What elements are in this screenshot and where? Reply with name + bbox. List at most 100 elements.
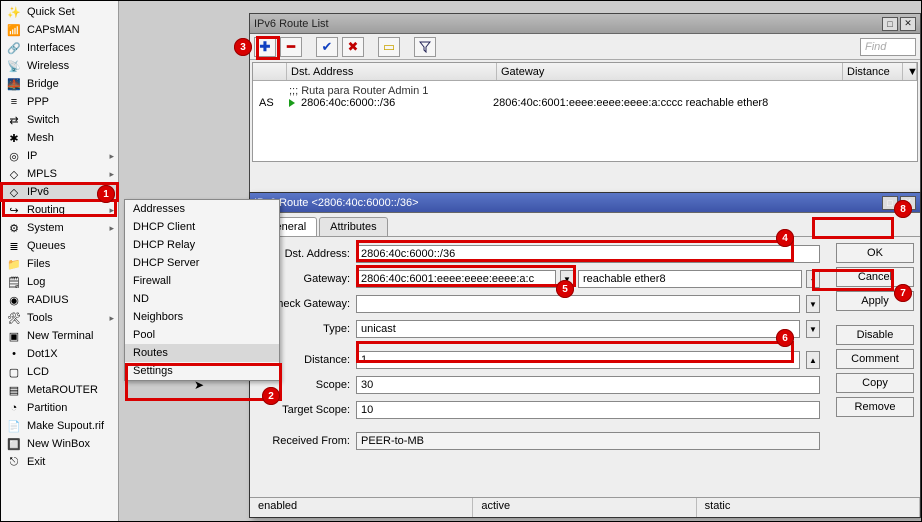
enable-button[interactable]: ✔ xyxy=(316,37,338,57)
route-list-title: IPv6 Route List xyxy=(254,18,329,30)
sidebar-item-new-winbox[interactable]: 🔲New WinBox xyxy=(1,435,118,453)
find-input[interactable]: Find xyxy=(860,38,916,56)
sidebar-item-mesh[interactable]: ✱ Mesh xyxy=(1,129,118,147)
sidebar-item-label: MPLS xyxy=(27,168,57,180)
sidebar-item-label: Files xyxy=(27,258,50,270)
sidebar-item-make-supout.rif[interactable]: 📄Make Supout.rif xyxy=(1,417,118,435)
check-gw-dropdown-icon[interactable]: ▼ xyxy=(806,295,820,313)
nav-icon: ↪ xyxy=(7,203,21,217)
sidebar-item-partition[interactable]: ◔Partition xyxy=(1,399,118,417)
close-icon[interactable]: ✕ xyxy=(900,17,916,31)
gateway-input[interactable] xyxy=(356,270,556,288)
sidebar-item-bridge[interactable]: 🌉Bridge xyxy=(1,75,118,93)
distance-input[interactable] xyxy=(356,351,800,369)
sidebar-item-files[interactable]: 📁Files xyxy=(1,255,118,273)
target-scope-input[interactable] xyxy=(356,401,820,419)
submenu-item-firewall[interactable]: Firewall xyxy=(125,272,279,290)
badge-1: 1 xyxy=(97,185,115,203)
badge-3: 3 xyxy=(234,38,252,56)
sidebar-item-label: LCD xyxy=(27,366,49,378)
sidebar-item-label: Partition xyxy=(27,402,67,414)
nav-icon: ⎋ xyxy=(7,455,21,469)
comment-button[interactable]: ▭ xyxy=(378,37,400,57)
gateway-spinner[interactable]: ♦ xyxy=(806,270,820,288)
sidebar-item-interfaces[interactable]: 🔗Interfaces xyxy=(1,39,118,57)
submenu-item-nd[interactable]: ND xyxy=(125,290,279,308)
submenu-item-neighbors[interactable]: Neighbors xyxy=(125,308,279,326)
submenu-item-dhcp-server[interactable]: DHCP Server xyxy=(125,254,279,272)
sidebar-item-quick-set[interactable]: ✨Quick Set xyxy=(1,3,118,21)
chevron-right-icon: ▸ xyxy=(109,205,114,216)
submenu-item-addresses[interactable]: Addresses xyxy=(125,200,279,218)
remove-button[interactable]: Remove xyxy=(836,397,914,417)
distance-up-icon[interactable]: ▲ xyxy=(806,351,820,369)
sidebar-item-ip[interactable]: ◎IP▸ xyxy=(1,147,118,165)
copy-button[interactable]: Copy xyxy=(836,373,914,393)
sidebar-item-ppp[interactable]: ≡PPP xyxy=(1,93,118,111)
type-input[interactable] xyxy=(356,320,800,338)
nav-icon: ◉ xyxy=(7,293,21,307)
sidebar-item-label: Quick Set xyxy=(27,6,75,18)
nav-icon: 🔲 xyxy=(7,437,21,451)
sidebar-item-label: Mesh xyxy=(27,132,54,144)
label-received-from: Received From: xyxy=(260,435,350,447)
check-gateway-input[interactable] xyxy=(356,295,800,313)
submenu-item-dhcp-client[interactable]: DHCP Client xyxy=(125,218,279,236)
route-detail-titlebar: IPv6 Route <2806:40c:6000::/36> □ ✕ xyxy=(250,193,920,213)
comment-button[interactable]: Comment xyxy=(836,349,914,369)
ok-button[interactable]: OK xyxy=(836,243,914,263)
route-list-window: IPv6 Route List □ ✕ ✚ ━ ✔ ✖ ▭ Find xyxy=(249,13,921,518)
disable-button[interactable]: Disable xyxy=(836,325,914,345)
sidebar-item-capsman[interactable]: 📶CAPsMAN xyxy=(1,21,118,39)
dst-address-input[interactable] xyxy=(356,245,820,263)
sidebar-item-radius[interactable]: ◉RADIUS xyxy=(1,291,118,309)
sidebar-item-exit[interactable]: ⎋Exit xyxy=(1,453,118,471)
sidebar-item-dot1x[interactable]: •Dot1X xyxy=(1,345,118,363)
nav-icon: ⇄ xyxy=(7,113,21,127)
sidebar-item-label: Interfaces xyxy=(27,42,75,54)
sidebar-item-label: Log xyxy=(27,276,45,288)
route-grid: Dst. Address Gateway Distance ▼ ;;; Ruta… xyxy=(252,62,918,162)
status-active: active xyxy=(473,498,696,517)
nav-icon: ✱ xyxy=(7,131,21,145)
route-flags: AS xyxy=(259,97,283,109)
submenu-item-pool[interactable]: Pool xyxy=(125,326,279,344)
sidebar-item-switch[interactable]: ⇄Switch xyxy=(1,111,118,129)
active-icon xyxy=(289,99,295,107)
sidebar-item-log[interactable]: 🗒 Log xyxy=(1,273,118,291)
sidebar-item-label: System xyxy=(27,222,64,234)
submenu-item-dhcp-relay[interactable]: DHCP Relay xyxy=(125,236,279,254)
sidebar-item-mpls[interactable]: ◇MPLS▸ xyxy=(1,165,118,183)
nav-icon: ≡ xyxy=(7,95,21,109)
col-distance[interactable]: Distance xyxy=(843,63,903,80)
disable-button[interactable]: ✖ xyxy=(342,37,364,57)
type-dropdown-icon[interactable]: ▼ xyxy=(806,320,820,338)
filter-button[interactable] xyxy=(414,37,436,57)
sidebar-item-label: Routing xyxy=(27,204,65,216)
sidebar-item-routing[interactable]: ↪ Routing ▸ xyxy=(1,201,118,219)
sidebar-item-system[interactable]: ⚙System▸ xyxy=(1,219,118,237)
nav-icon: 🗒 xyxy=(7,275,21,289)
add-button[interactable]: ✚ xyxy=(254,37,276,57)
tab-attributes[interactable]: Attributes xyxy=(319,217,387,236)
scope-input[interactable] xyxy=(356,376,820,394)
nav-icon: ⚙ xyxy=(7,221,21,235)
received-from-input[interactable] xyxy=(356,432,820,450)
remove-button[interactable]: ━ xyxy=(280,37,302,57)
badge-2: 2 xyxy=(262,387,280,405)
chevron-right-icon: ▸ xyxy=(109,313,114,324)
sidebar-item-new-terminal[interactable]: ▣New Terminal xyxy=(1,327,118,345)
col-menu[interactable]: ▼ xyxy=(903,63,917,80)
submenu-item-routes[interactable]: Routes xyxy=(125,344,279,362)
sidebar-item-wireless[interactable]: 📡Wireless xyxy=(1,57,118,75)
maximize-icon[interactable]: □ xyxy=(882,17,898,31)
col-dst[interactable]: Dst. Address xyxy=(287,63,497,80)
sidebar-item-metarouter[interactable]: ▤MetaROUTER xyxy=(1,381,118,399)
sidebar-item-lcd[interactable]: ▢LCD xyxy=(1,363,118,381)
sidebar-item-tools[interactable]: 🛠Tools▸ xyxy=(1,309,118,327)
sidebar-item-queues[interactable]: ≣Queues xyxy=(1,237,118,255)
route-gw: 2806:40c:6001:eeee:eeee:eeee:a:cccc reac… xyxy=(493,97,768,109)
chevron-right-icon: ▸ xyxy=(109,151,114,162)
table-row[interactable]: AS 2806:40c:6000::/36 2806:40c:6001:eeee… xyxy=(259,97,911,109)
col-gateway[interactable]: Gateway xyxy=(497,63,843,80)
